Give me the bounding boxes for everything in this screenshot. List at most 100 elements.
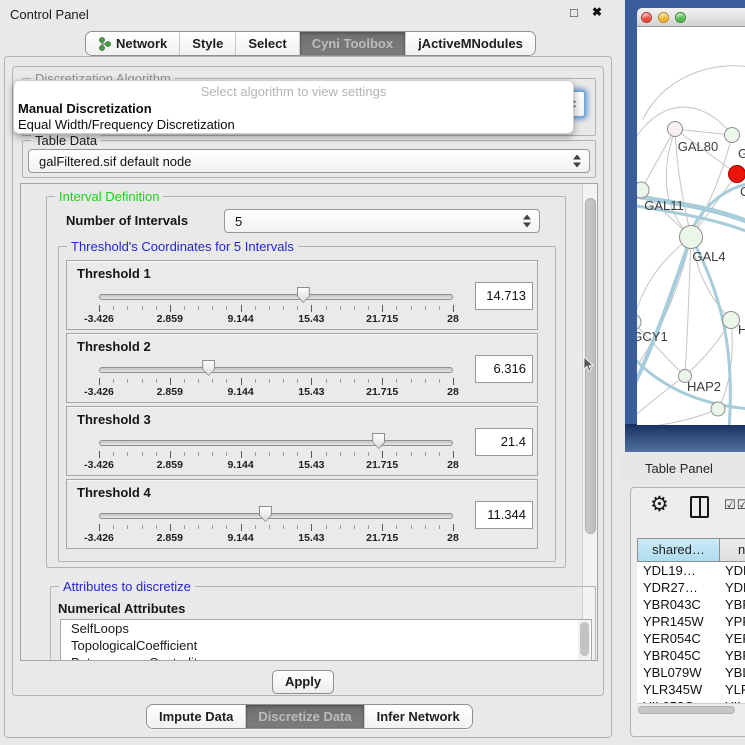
cell-shared-name[interactable]: YLR345W	[643, 682, 702, 697]
network-window-titlebar[interactable]	[637, 8, 745, 27]
network-node[interactable]	[725, 128, 740, 143]
table-row[interactable]: YPR145W YPR1	[637, 613, 745, 630]
tick-mark	[326, 525, 327, 529]
slider-thumb[interactable]	[202, 360, 215, 376]
tab-cyni-toolbox[interactable]: Cyni Toolbox	[300, 32, 406, 55]
close-icon[interactable]: ✖	[592, 5, 602, 19]
teal-edge[interactable]	[691, 237, 730, 425]
tick-mark	[340, 452, 341, 456]
tab-style[interactable]: Style	[180, 32, 236, 55]
network-node[interactable]	[711, 402, 725, 416]
table-row[interactable]: YDR27… YDR2	[637, 579, 745, 596]
network-node[interactable]	[637, 314, 641, 330]
tick-mark	[255, 452, 256, 456]
gray-edge[interactable]	[643, 409, 718, 425]
dropdown-item-manual[interactable]: Manual Discretization	[18, 101, 152, 116]
gray-edge[interactable]	[675, 129, 732, 135]
tick-mark	[311, 305, 312, 312]
slider-thumb[interactable]	[259, 506, 272, 522]
tab-select[interactable]: Select	[236, 32, 299, 55]
gray-edge[interactable]	[643, 66, 745, 119]
threshold-label: Threshold 1	[77, 266, 151, 281]
tab-discretize-data[interactable]: Discretize Data	[246, 705, 364, 728]
cell-name[interactable]: YDL1	[725, 563, 745, 578]
numerical-attributes-list[interactable]: SelfLoopsTopologicalCoefficientBetweenne…	[60, 619, 592, 661]
threshold-value-field[interactable]: 6.316	[475, 355, 533, 383]
zoom-traffic-light-icon[interactable]	[675, 12, 686, 23]
cell-name[interactable]: YBR0	[725, 648, 745, 663]
cell-name[interactable]: YER0	[725, 631, 745, 646]
cell-name[interactable]: YBL0	[725, 665, 745, 680]
tab-jactivemnodules[interactable]: jActiveMNodules	[406, 32, 535, 55]
table-row[interactable]: YLR345W YLR3	[637, 681, 745, 698]
select-columns-icon[interactable]: ☑☑	[724, 498, 745, 513]
attribute-list-item[interactable]: SelfLoops	[61, 620, 591, 637]
cell-name[interactable]: YPR1	[725, 614, 745, 629]
column-header-shared[interactable]: shared…	[637, 538, 720, 562]
dropdown-item-equal-width[interactable]: Equal Width/Frequency Discretization	[18, 117, 235, 132]
cell-name[interactable]: YLR3	[725, 682, 745, 697]
slider-track[interactable]	[99, 294, 453, 300]
table-row[interactable]: YBL079W YBL0	[637, 664, 745, 681]
slider-thumb[interactable]	[297, 287, 310, 303]
tick-label: 9.144	[211, 313, 271, 325]
tick-mark	[127, 452, 128, 456]
network-node[interactable]	[668, 122, 683, 137]
network-node[interactable]	[729, 166, 745, 183]
table-row[interactable]: YBR045C YBR0	[637, 647, 745, 664]
number-of-intervals-combobox[interactable]: 5	[224, 209, 540, 233]
threshold-value-field[interactable]: 11.344	[475, 501, 533, 529]
close-traffic-light-icon[interactable]	[641, 12, 652, 23]
cell-shared-name[interactable]: YBL079W	[643, 665, 702, 680]
cell-shared-name[interactable]: YDL19…	[643, 563, 696, 578]
attribute-list-item[interactable]: BetweennessCentrality	[61, 654, 591, 661]
network-node[interactable]	[723, 312, 740, 329]
threshold-value-field[interactable]: 14.713	[475, 282, 533, 310]
cell-shared-name[interactable]: YBR045C	[643, 648, 701, 663]
cell-name[interactable]: YBR0	[725, 597, 745, 612]
network-node[interactable]	[637, 182, 649, 198]
gear-icon[interactable]: ⚙	[650, 492, 669, 516]
apply-button[interactable]: Apply	[272, 670, 334, 694]
tick-mark	[198, 525, 199, 529]
attributes-list-scrollbar[interactable]	[578, 620, 590, 660]
top-tabbar: Network Style Select Cyni Toolbox jActiv…	[85, 31, 536, 56]
float-icon[interactable]: □	[570, 5, 578, 20]
cell-name[interactable]: YDR2	[725, 580, 745, 595]
tick-mark	[354, 525, 355, 529]
table-data-combobox[interactable]: galFiltered.sif default node	[28, 149, 590, 173]
tick-label: 2.859	[140, 459, 200, 471]
tab-infer-network[interactable]: Infer Network	[365, 705, 472, 728]
tab-network[interactable]: Network	[86, 32, 180, 55]
dropdown-placeholder-item[interactable]: Select algorithm to view settings	[14, 84, 573, 99]
scrollbar-thumb[interactable]	[638, 706, 735, 714]
cell-shared-name[interactable]: YDR27…	[643, 580, 698, 595]
tab-label: Impute Data	[159, 709, 233, 724]
slider-thumb[interactable]	[372, 433, 385, 449]
column-layout-icon[interactable]	[690, 496, 709, 518]
tick-mark	[198, 306, 199, 310]
network-canvas[interactable]: GAL80GACGAL11GAL4GCY1HHAP2	[637, 27, 745, 425]
slider-track[interactable]	[99, 513, 453, 519]
tick-mark	[142, 306, 143, 310]
table-rows[interactable]: YDL19…YDL1YDR27…YDR2YBR043CYBR0YPR145WYP…	[637, 562, 745, 703]
slider-track[interactable]	[99, 440, 453, 446]
tick-label: 21.715	[352, 532, 412, 544]
table-row[interactable]: YDL19… YDL1	[637, 562, 745, 579]
table-row[interactable]: YER054C YER0	[637, 630, 745, 647]
minimize-traffic-light-icon[interactable]	[658, 12, 669, 23]
network-node[interactable]	[680, 226, 703, 249]
gray-edge[interactable]	[641, 129, 675, 190]
tick-mark	[326, 379, 327, 383]
cell-shared-name[interactable]: YPR145W	[643, 614, 704, 629]
slider-track[interactable]	[99, 367, 453, 373]
table-row[interactable]: YBR043C YBR0	[637, 596, 745, 613]
threshold-value-field[interactable]: 21.4	[475, 428, 533, 456]
cell-shared-name[interactable]: YER054C	[643, 631, 701, 646]
scrollbar-thumb[interactable]	[580, 622, 589, 656]
cell-shared-name[interactable]: YBR043C	[643, 597, 701, 612]
table-horizontal-scrollbar[interactable]	[637, 703, 745, 715]
column-header-name[interactable]: na	[719, 538, 745, 562]
attribute-list-item[interactable]: TopologicalCoefficient	[61, 637, 591, 654]
tab-impute-data[interactable]: Impute Data	[147, 705, 246, 728]
